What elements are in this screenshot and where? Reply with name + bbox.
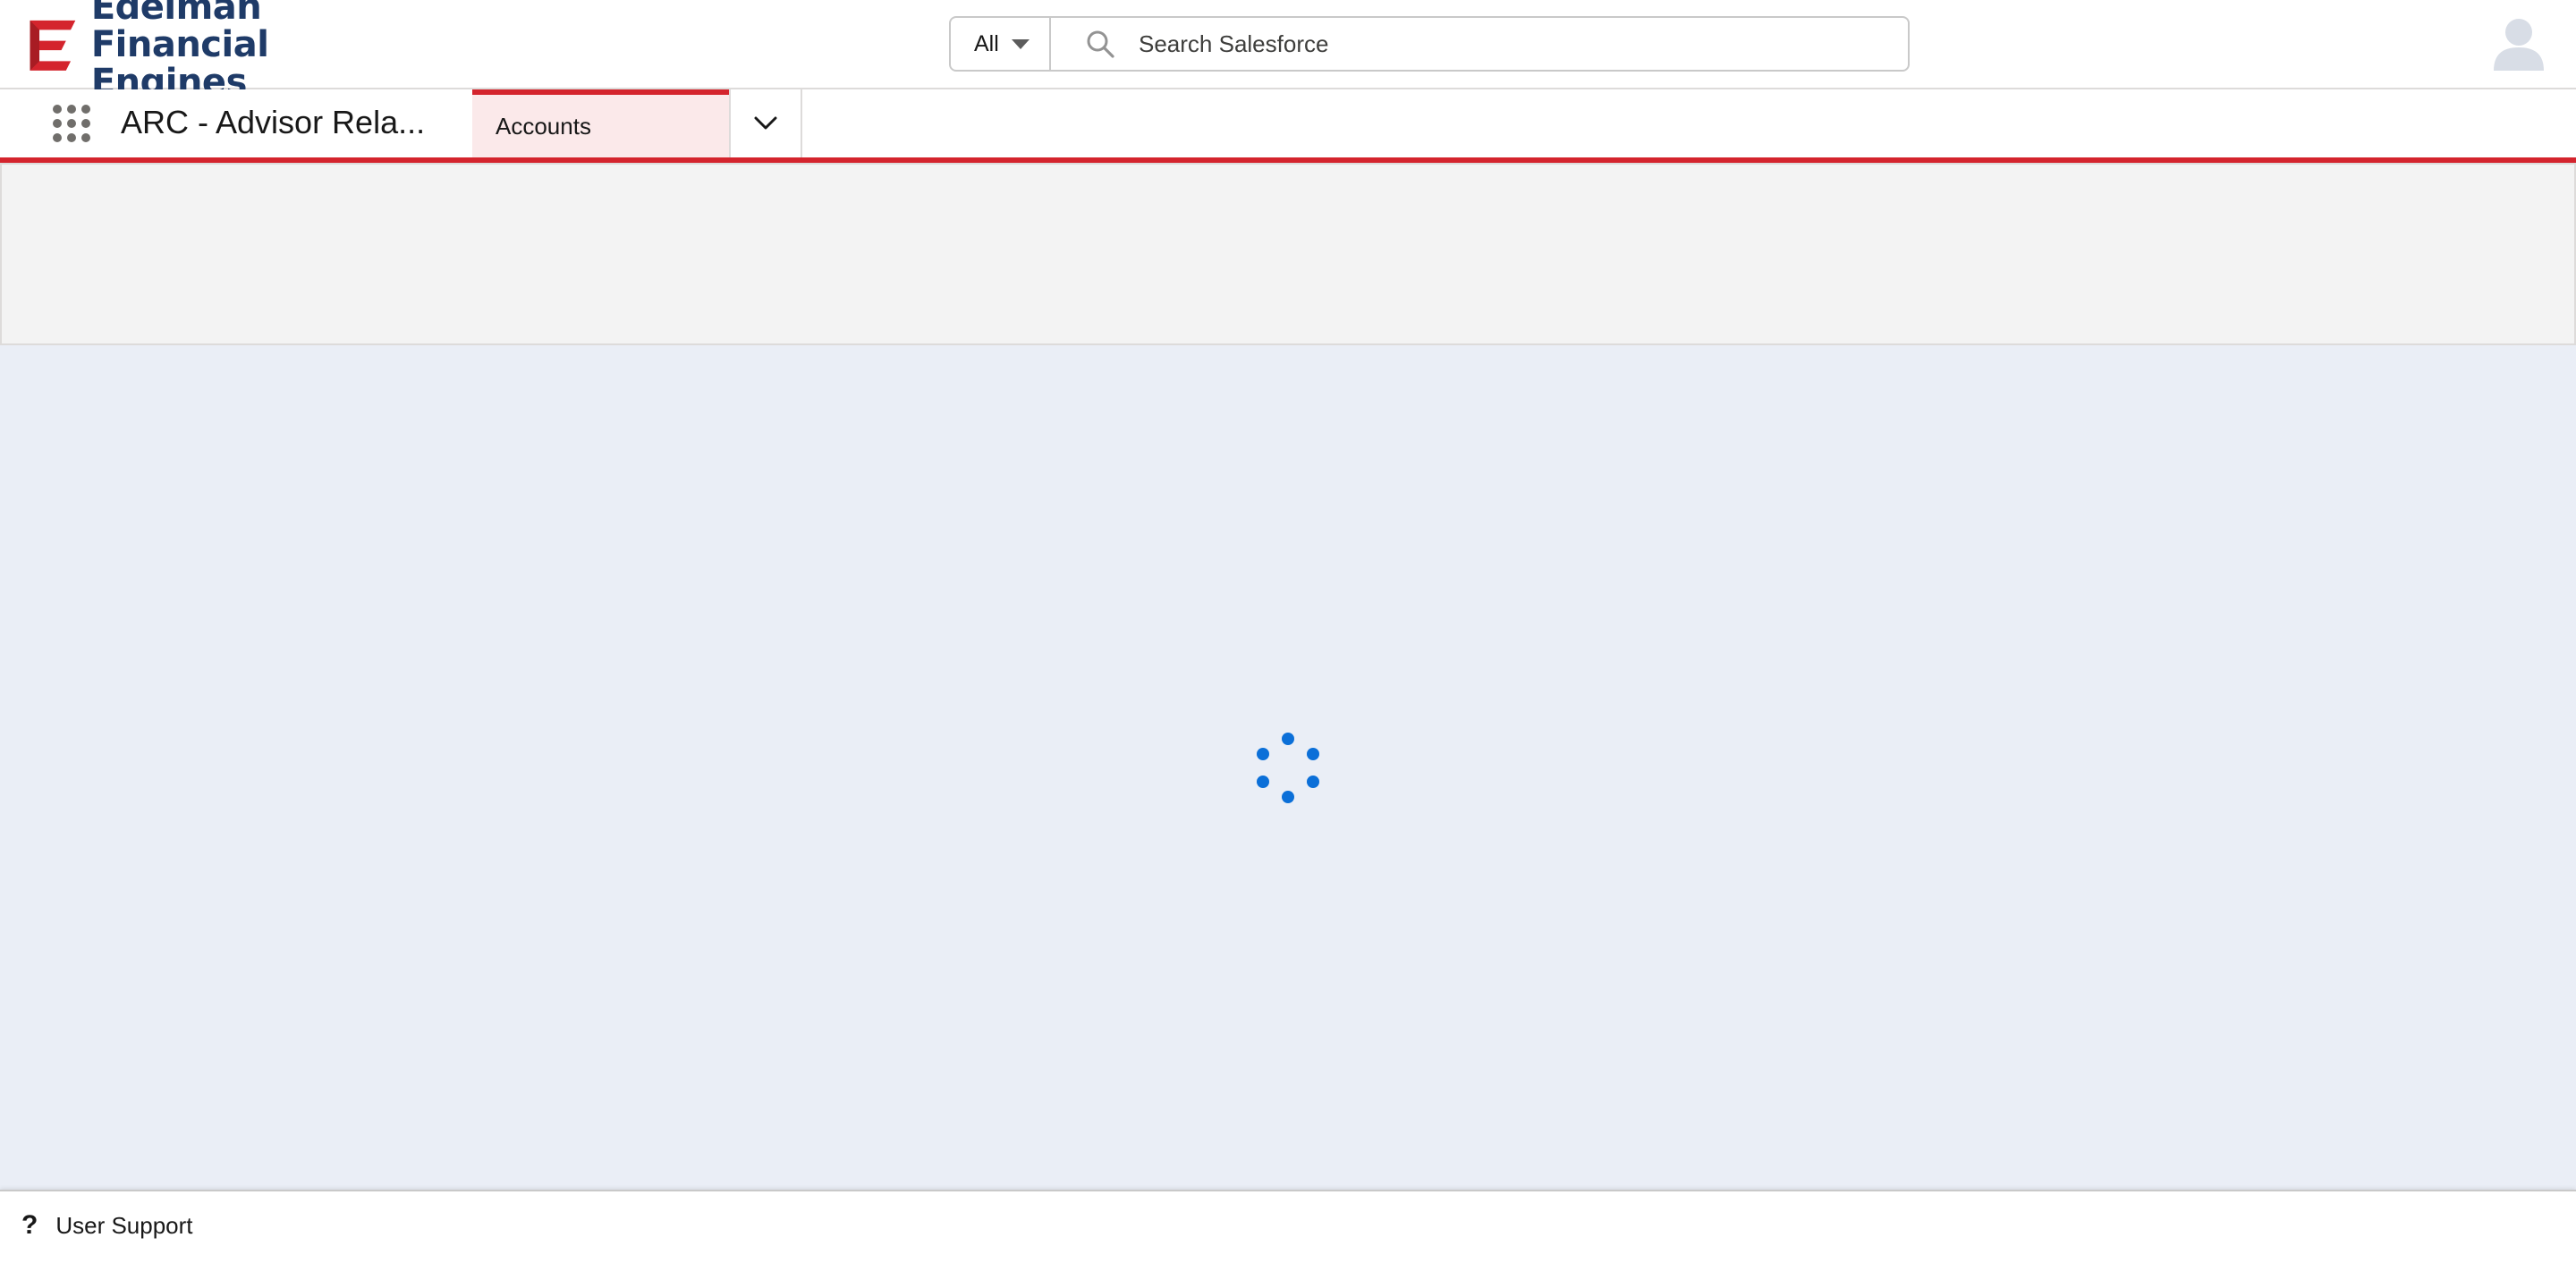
app-name: ARC - Advisor Rela...	[121, 104, 426, 140]
global-search: All	[949, 16, 1910, 72]
logo-wordmark: Edelman Financial Engines	[91, 0, 394, 101]
tab-accounts[interactable]: Accounts	[472, 89, 729, 157]
global-header: Edelman Financial Engines All	[0, 0, 2576, 101]
logo-mark-icon	[30, 20, 76, 71]
utility-bar: ? User Support	[0, 1190, 2576, 1263]
question-icon: ?	[21, 1210, 38, 1240]
search-scope-label: All	[974, 30, 999, 56]
app-navigation-bar: ARC - Advisor Rela... Accounts	[0, 89, 2576, 163]
user-support-button[interactable]: ? User Support	[21, 1208, 193, 1243]
loading-spinner-icon	[1257, 733, 1319, 803]
nav-more-button[interactable]	[729, 89, 802, 157]
user-avatar-icon[interactable]	[2492, 15, 2546, 71]
tab-accounts-label: Accounts	[496, 112, 591, 140]
page-header-placeholder	[0, 163, 2576, 345]
search-icon	[1087, 30, 1114, 58]
caret-down-icon	[1011, 38, 1030, 49]
app-launcher-icon[interactable]	[52, 104, 91, 143]
search-input[interactable]	[1139, 26, 1854, 62]
logo-line-1: Edelman	[90, 0, 262, 28]
search-scope-dropdown[interactable]: All	[951, 18, 1051, 70]
user-support-label: User Support	[55, 1211, 193, 1239]
chevron-down-icon	[754, 116, 777, 130]
company-logo[interactable]: Edelman Financial Engines	[27, 0, 394, 101]
